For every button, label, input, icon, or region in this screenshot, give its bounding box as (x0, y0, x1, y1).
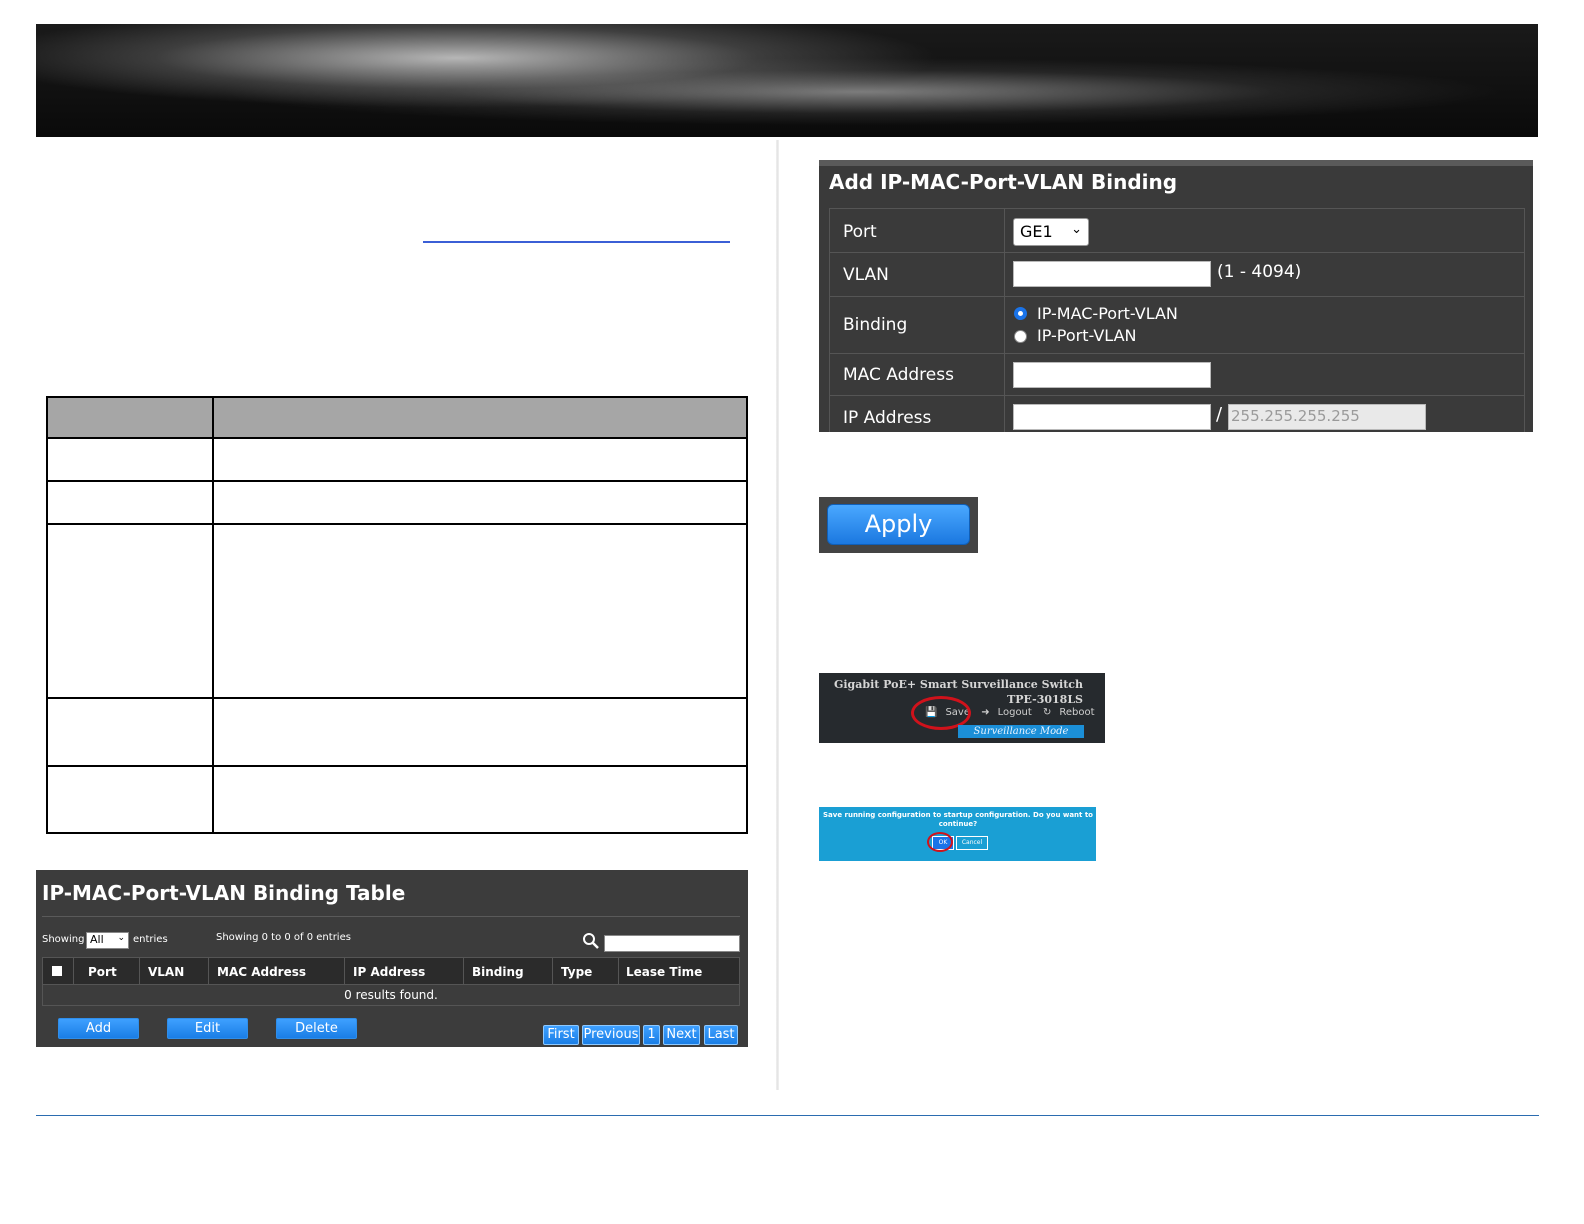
search-input[interactable] (604, 935, 740, 952)
apply-button[interactable]: Apply (827, 504, 970, 545)
binding-radio-ip-port-vlan[interactable] (1014, 330, 1027, 343)
cancel-button[interactable]: Cancel (956, 836, 988, 850)
add-button[interactable]: Add (58, 1018, 139, 1039)
column-divider (208, 958, 209, 984)
ip-mask-separator: / (1216, 404, 1223, 425)
ip-row: IP Address / 255.255.255.255 (830, 396, 1524, 432)
switch-header-thumbnail: Gigabit PoE+ Smart Surveillance Switch T… (819, 673, 1105, 743)
pagination-previous-button[interactable]: Previous (582, 1025, 640, 1045)
port-row: Port GE1 ⌄ (830, 209, 1524, 253)
column-divider (463, 958, 464, 984)
binding-table-title: IP-MAC-Port-VLAN Binding Table (42, 881, 406, 905)
column-divider (73, 958, 74, 984)
column-header-port[interactable]: Port (88, 965, 117, 979)
column-header-lease-time[interactable]: Lease Time (626, 965, 702, 979)
binding-option-label: IP-MAC-Port-VLAN (1037, 304, 1178, 323)
add-binding-form: Port GE1 ⌄ VLAN (1 - 4094) Binding IP-MA… (829, 208, 1525, 432)
column-divider (344, 958, 345, 984)
column-header-binding[interactable]: Binding (472, 965, 524, 979)
pagination-first-button[interactable]: First (543, 1025, 579, 1045)
pagination-last-button[interactable]: Last (704, 1025, 738, 1045)
column-divider (776, 140, 779, 1090)
subnet-mask-input[interactable]: 255.255.255.255 (1228, 404, 1426, 430)
ip-label: IP Address (843, 408, 932, 428)
search-icon (583, 933, 599, 949)
page-size-value: All (90, 933, 104, 946)
mac-label: MAC Address (843, 365, 954, 385)
binding-label: Binding (843, 315, 908, 335)
page-size-select[interactable]: All ⌄ (86, 932, 129, 949)
column-divider (618, 958, 619, 984)
binding-row: Binding IP-MAC-Port-VLAN IP-Port-VLAN (830, 297, 1524, 354)
table-header-row: Port VLAN MAC Address IP Address Binding… (42, 957, 740, 985)
model-label: TPE-3018LS (1007, 693, 1083, 706)
vlan-range-hint: (1 - 4094) (1217, 262, 1302, 282)
entries-count: Showing 0 to 0 of 0 entries (216, 932, 351, 943)
vlan-label: VLAN (843, 265, 889, 285)
reboot-icon: ↻ (1043, 707, 1052, 718)
empty-results-row: 0 results found. (42, 985, 740, 1006)
apply-button-frame: Apply (819, 497, 978, 553)
panel-top-bar (819, 160, 1533, 166)
chevron-down-icon: ⌄ (117, 933, 125, 943)
description-table-header (48, 398, 746, 439)
delete-button[interactable]: Delete (276, 1018, 357, 1039)
vlan-input[interactable] (1013, 261, 1211, 287)
title-divider (42, 916, 740, 917)
surveillance-mode-button[interactable]: Surveillance Mode (958, 725, 1084, 738)
binding-radio-ip-mac-port-vlan[interactable] (1014, 307, 1027, 320)
vlan-row: VLAN (1 - 4094) (830, 253, 1524, 297)
description-table (46, 396, 748, 834)
hyperlink-underline[interactable] (423, 241, 730, 243)
port-select-value: GE1 (1020, 222, 1053, 241)
column-header-mac-address[interactable]: MAC Address (217, 965, 306, 979)
add-binding-panel: Add IP-MAC-Port-VLAN Binding Port GE1 ⌄ … (819, 160, 1533, 432)
description-table-row-divider (48, 480, 746, 482)
header-banner (36, 24, 1538, 137)
save-confirm-dialog: Save running configuration to startup co… (819, 807, 1096, 861)
confirm-message: Save running configuration to startup co… (823, 811, 1093, 828)
logout-link[interactable]: Logout (998, 707, 1032, 718)
mac-row: MAC Address (830, 354, 1524, 396)
select-all-checkbox[interactable] (52, 966, 62, 976)
port-label: Port (843, 222, 877, 242)
description-table-row-divider (48, 697, 746, 699)
entries-label: entries (133, 934, 168, 945)
column-header-vlan[interactable]: VLAN (148, 965, 184, 979)
chevron-down-icon: ⌄ (1071, 222, 1082, 237)
add-binding-title: Add IP-MAC-Port-VLAN Binding (829, 170, 1178, 194)
mac-address-input[interactable] (1013, 362, 1211, 388)
footer-rule (36, 1115, 1539, 1116)
ok-highlight-circle (927, 832, 953, 852)
logout-icon: ➜ (981, 707, 990, 718)
column-header-type[interactable]: Type (561, 965, 592, 979)
binding-table-panel: IP-MAC-Port-VLAN Binding Table Showing A… (36, 870, 748, 1047)
ip-address-input[interactable] (1013, 404, 1211, 430)
description-table-row-divider (48, 523, 746, 525)
binding-option-label: IP-Port-VLAN (1037, 326, 1137, 345)
edit-button[interactable]: Edit (167, 1018, 248, 1039)
product-line-label: Gigabit PoE+ Smart Surveillance Switch (833, 678, 1083, 691)
column-divider (552, 958, 553, 984)
column-header-ip-address[interactable]: IP Address (353, 965, 425, 979)
pagination-page-button[interactable]: 1 (643, 1025, 660, 1045)
reboot-link[interactable]: Reboot (1059, 707, 1094, 718)
pagination-next-button[interactable]: Next (663, 1025, 700, 1045)
port-select[interactable]: GE1 ⌄ (1013, 218, 1089, 246)
column-divider (139, 958, 140, 984)
showing-label: Showing (42, 934, 85, 945)
description-table-row-divider (48, 765, 746, 767)
